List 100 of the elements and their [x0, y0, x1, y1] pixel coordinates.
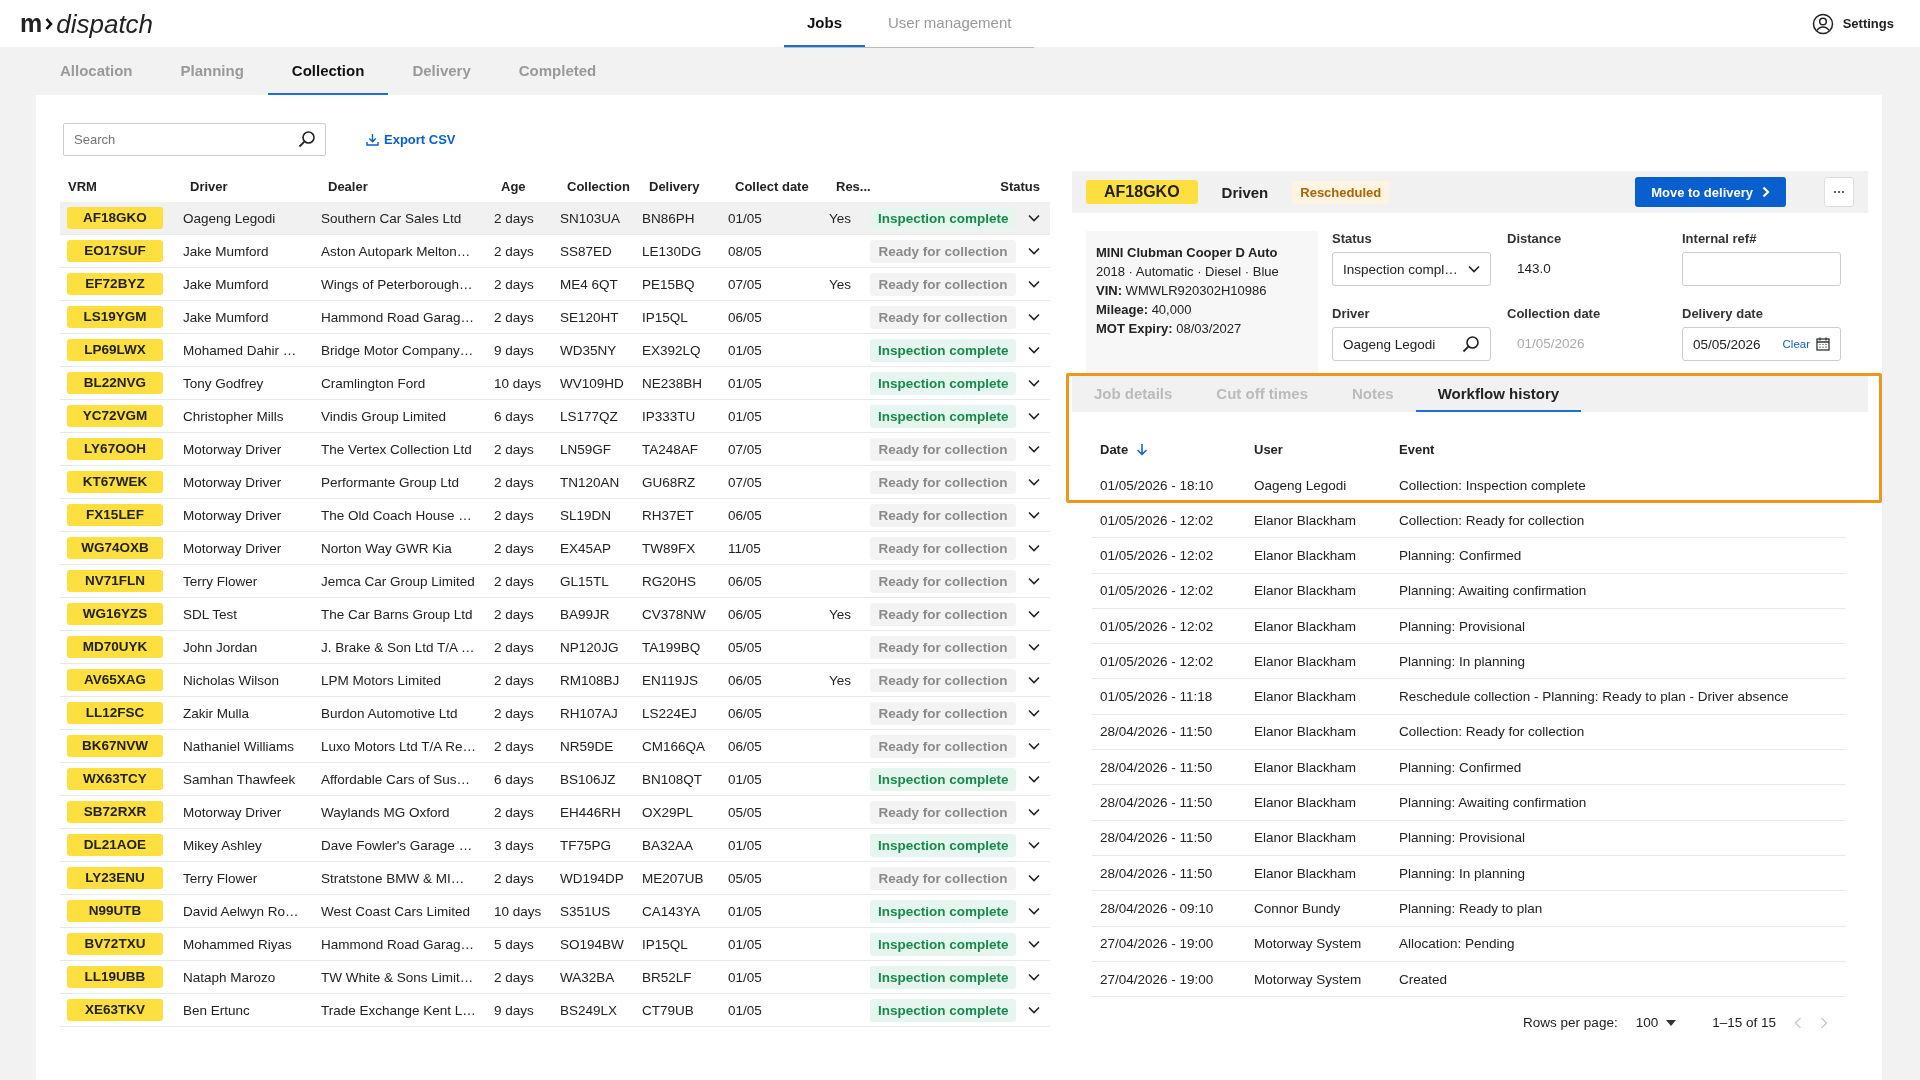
- table-cell-text: IP333TU: [641, 408, 697, 424]
- chevron-down-icon[interactable]: [1028, 346, 1040, 354]
- table-row[interactable]: WG74OXB Motorway Driver Norton Way GWR Kia 2 days EX45AP TW89FX 11/05 Ready for collection: [60, 532, 1050, 565]
- chevron-down-icon[interactable]: [1028, 280, 1040, 288]
- table-row[interactable]: KT67WEK Motorway Driver Performante Group Ltd 2 days TN120AN GU68RZ 07/05 Ready for collection: [60, 466, 1050, 499]
- export-csv-button[interactable]: Export CSV: [366, 132, 456, 147]
- table-cell-text: Mikey Ashley: [182, 837, 263, 853]
- table-row[interactable]: AV65XAG Nicholas Wilson LPM Motors Limited 2 days RM108BJ EN119JS 06/05 Yes Ready for collection: [60, 664, 1050, 697]
- table-cell-text: 06/05: [727, 738, 763, 754]
- table-cell-text: David Aelwyn Ro…: [182, 903, 300, 919]
- table-row[interactable]: LL12FSC Zakir Mulla Burdon Automotive Ltd 2 days RH107AJ LS224EJ 06/05 Ready for collection: [60, 697, 1050, 730]
- calendar-icon[interactable]: [1816, 337, 1830, 351]
- table-row[interactable]: YC72VGM Christopher Mills Vindis Group Limited 6 days LS177QZ IP333TU 01/05 Inspection complete: [60, 400, 1050, 433]
- chevron-down-icon[interactable]: [1028, 643, 1040, 651]
- chevron-down-icon[interactable]: [1028, 676, 1040, 684]
- table-row[interactable]: XE63TKV Ben Ertunc Trade Exchange Kent L… 9 days BS249LX CT79UB 01/05 Inspection complete: [60, 994, 1050, 1027]
- table-cell-text: Aston Autopark Melton…: [320, 243, 472, 259]
- table-cell-text: 05/05: [727, 639, 763, 655]
- table-row[interactable]: LL19UBB Nataph Marozo TW White & Sons Limit… 2 days WA32BA BR52LF 01/05 Inspection complete: [60, 961, 1050, 994]
- search-field[interactable]: Search: [63, 123, 326, 156]
- chevron-down-icon[interactable]: [1028, 940, 1040, 948]
- table-row[interactable]: LS19YGM Jake Mumford Hammond Road Garag… 2 days SE120HT IP15QL 06/05 Ready for collection: [60, 301, 1050, 334]
- nav-tab[interactable]: Jobs: [784, 0, 865, 47]
- table-row[interactable]: FX15LEF Motorway Driver The Old Coach House … 2 days SL19DN RH37ET 06/05 Ready for collection: [60, 499, 1050, 532]
- table-cell-text: 06/05: [727, 705, 763, 721]
- chevron-down-icon[interactable]: [1028, 577, 1040, 585]
- chevron-down-icon[interactable]: [1028, 247, 1040, 255]
- chevron-down-icon[interactable]: [1028, 808, 1040, 816]
- table-cell-text: J. Brake & Son Ltd T/A …: [320, 639, 476, 655]
- table-row[interactable]: NV71FLN Terry Flower Jemca Car Group Limited 2 days GL15TL RG20HS 06/05 Ready for collection: [60, 565, 1050, 598]
- chevron-down-icon[interactable]: [1028, 874, 1040, 882]
- table-row[interactable]: EF72BYZ Jake Mumford Wings of Peterborough… 2 days ME4 6QT PE15BQ 07/05 Yes Ready for collection: [60, 268, 1050, 301]
- table-cell-text: Jake Mumford: [182, 243, 270, 259]
- table-cell-text: 06/05: [727, 606, 763, 622]
- table-cell-text: EX392LQ: [641, 342, 702, 358]
- table-cell-text: Elanor Blackham: [1254, 795, 1358, 810]
- chevron-down-icon[interactable]: [1028, 214, 1040, 222]
- chevron-down-icon[interactable]: [1028, 379, 1040, 387]
- chevron-down-icon[interactable]: [1028, 544, 1040, 552]
- chevron-down-icon[interactable]: [1028, 610, 1040, 618]
- column-header[interactable]: Date: [1100, 441, 1129, 457]
- table-cell-text: 6 days: [493, 771, 535, 787]
- table-row[interactable]: EO17SUF Jake Mumford Aston Autopark Melton… 2 days SS87ED LE130DG 08/05 Ready for collection: [60, 235, 1050, 268]
- table-cell-text: CA143YA: [641, 903, 702, 919]
- chevron-down-icon[interactable]: [1028, 907, 1040, 915]
- table-row[interactable]: MD70UYK John Jordan J. Brake & Son Ltd T/A … 2 days NP120JG TA199BQ 05/05 Ready for collection: [60, 631, 1050, 664]
- table-cell-text: 01/05: [727, 1002, 763, 1018]
- table-cell-text: IP15QL: [641, 936, 689, 952]
- chevron-down-icon[interactable]: [1028, 973, 1040, 981]
- chevron-down-icon[interactable]: [1028, 742, 1040, 750]
- input-field[interactable]: [1682, 252, 1841, 286]
- move-to-delivery-button[interactable]: Move to delivery: [1635, 177, 1786, 207]
- table-cell-text: 01/05: [727, 342, 763, 358]
- table-cell-text: Dave Fowler's Garage …: [320, 837, 474, 853]
- detail-tab[interactable]: Workflow history: [1415, 376, 1582, 412]
- status-select[interactable]: Inspection compl…: [1332, 252, 1491, 286]
- chevron-down-icon[interactable]: [1028, 412, 1040, 420]
- table-row[interactable]: BK67NVW Nathaniel Williams Luxo Motors Ltd T/A Re… 2 days NR59DE CM166QA 06/05 Ready for collection: [60, 730, 1050, 763]
- settings-button[interactable]: Settings: [1811, 12, 1900, 35]
- table-row[interactable]: WX63TCY Samhan Thawfeek Affordable Cars of Sus… 6 days BS106JZ BN108QT 01/05 Inspection complete: [60, 763, 1050, 796]
- date-field[interactable]: 05/05/2026 Clear: [1682, 327, 1841, 361]
- table-cell-text: Planning: In planning: [1399, 865, 1527, 881]
- chevron-down-icon[interactable]: [1028, 478, 1040, 486]
- chevron-down-icon[interactable]: [1028, 313, 1040, 321]
- table-cell-text: Planning: Awaiting confirmation: [1399, 583, 1588, 599]
- chevron-down-icon[interactable]: [1028, 841, 1040, 849]
- table-row[interactable]: N99UTB David Aelwyn Ro… West Coast Cars Limited 10 days S351US CA143YA 01/05 Inspection complete: [60, 895, 1050, 928]
- chevron-down-icon[interactable]: [1028, 1006, 1040, 1014]
- clear-link[interactable]: Clear: [1782, 338, 1810, 350]
- chevron-down-icon[interactable]: [1028, 775, 1040, 783]
- table-row[interactable]: AF18GKO Oageng Legodi Southern Car Sales Ltd 2 days SN103UA BN86PH 01/05 Yes Inspection complete: [60, 202, 1050, 235]
- table-row[interactable]: DL21AOE Mikey Ashley Dave Fowler's Garage … 3 days TF75PG BA32AA 01/05 Inspection complete: [60, 829, 1050, 862]
- chevron-down-icon[interactable]: [1028, 511, 1040, 519]
- table-row[interactable]: BL22NVG Tony Godfrey Cramlington Ford 10 days WV109HD NE238BH 01/05 Inspection complete: [60, 367, 1050, 400]
- table-cell-text: SL19DN: [559, 507, 613, 523]
- chevron-down-icon[interactable]: [1028, 445, 1040, 453]
- table-cell-text: 3 days: [493, 837, 535, 853]
- chevron-down-icon[interactable]: [1028, 709, 1040, 717]
- table-cell-text: TA248AF: [641, 441, 700, 457]
- table-cell-text: LPM Motors Limited: [320, 672, 443, 688]
- table-cell-text: 01/05/2026 - 12:02: [1100, 653, 1215, 669]
- table-row[interactable]: LY23ENU Terry Flower Stratstone BMW & MI… 2 days WD194DP ME207UB 05/05 Ready for collection: [60, 862, 1050, 895]
- table-row[interactable]: SB72RXR Motorway Driver Waylands MG Oxford 2 days EH446RH OX29PL 05/05 Ready for collection: [60, 796, 1050, 829]
- table-row[interactable]: LP69LWX Mohamed Dahir … Bridge Motor Company… 9 days WD35NY EX392LQ 01/05 Inspection complete: [60, 334, 1050, 367]
- page-range: 1–15 of 15: [1712, 1015, 1776, 1031]
- table-row[interactable]: LY67OOH Motorway Driver The Vertex Collection Ltd 2 days LN59GF TA248AF 07/05 Ready for collection: [60, 433, 1050, 466]
- rows-per-page-select[interactable]: 100: [1635, 1015, 1677, 1031]
- status-label: Inspection complete: [870, 932, 1016, 956]
- table-cell-text: Jake Mumford: [182, 309, 270, 325]
- table-cell-text: 28/04/2026 - 11:50: [1100, 865, 1214, 881]
- table-row[interactable]: WG16YZS SDL Test The Car Barns Group Ltd 2 days BA99JR CV378NW 06/05 Yes Ready for collection: [60, 598, 1050, 631]
- driver-field[interactable]: Oageng Legodi: [1332, 327, 1491, 361]
- table-row[interactable]: BV72TXU Mohammed Riyas Hammond Road Garag… 5 days SO194BW IP15QL 01/05 Inspection complete: [60, 928, 1050, 961]
- status-label: Inspection complete: [870, 899, 1016, 923]
- table-cell-text: 28/04/2026 - 11:50: [1100, 724, 1214, 740]
- rows-per-page-label: Rows per page:: [1523, 1015, 1618, 1031]
- table-cell-text: Elanor Blackham: [1254, 547, 1358, 563]
- sort-arrow-icon[interactable]: [1136, 442, 1149, 456]
- logo[interactable]: m dispatch: [20, 10, 154, 37]
- table-cell-text: Nataph Marozo: [182, 969, 277, 985]
